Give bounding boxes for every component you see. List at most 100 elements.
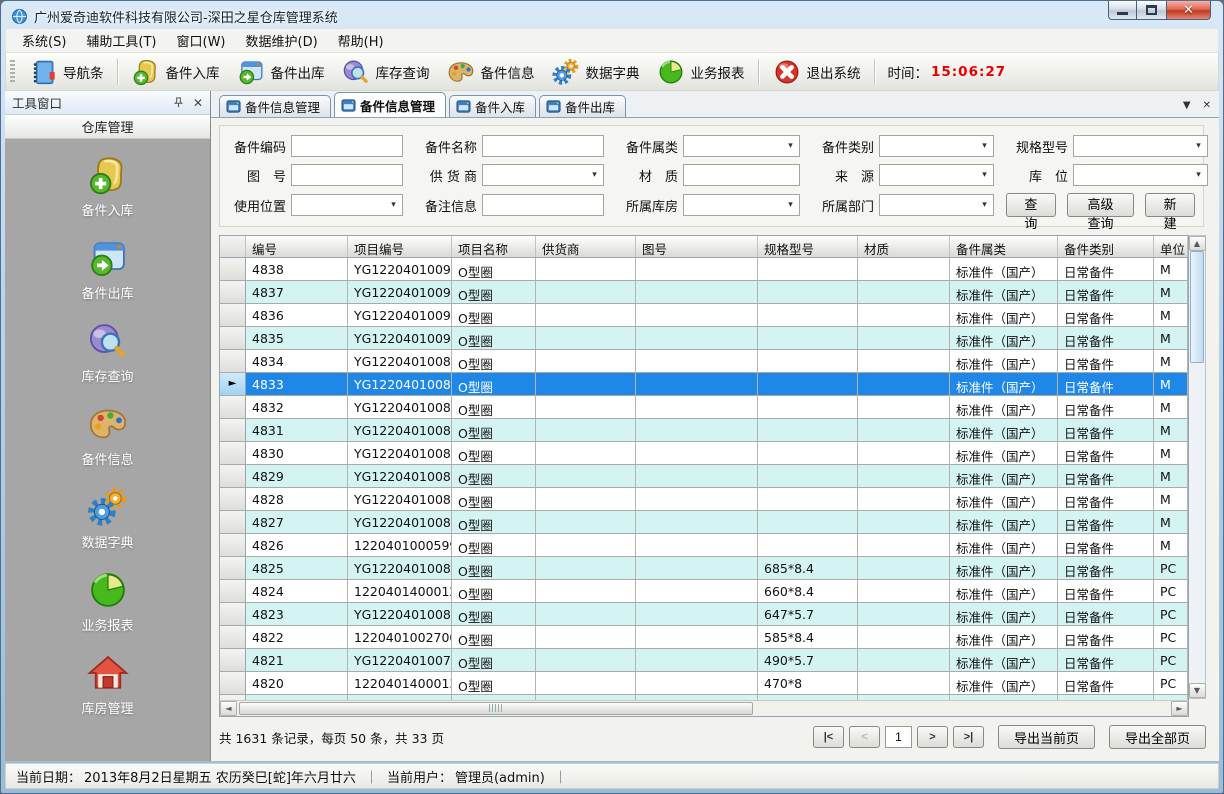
table-row[interactable]: 4834YG12204010089O型圈标准件（国产）日常备件M [220, 350, 1188, 373]
row-selector-cell[interactable] [220, 603, 246, 625]
menu-item[interactable]: 窗口(W) [167, 28, 236, 53]
tab-list-dropdown-icon[interactable]: ▼ [1183, 100, 1191, 111]
search-combobox[interactable]: ▾ [482, 164, 604, 186]
scroll-up-icon[interactable]: ▲ [1189, 236, 1206, 251]
search-input[interactable] [291, 135, 403, 157]
sidebar-section-warehouse[interactable]: 仓库管理 [5, 115, 210, 139]
toolbar-button-parts-inbound[interactable]: 备件入库 [123, 54, 228, 90]
first-page-button[interactable]: |< [813, 726, 844, 748]
sidebar-item-parts-info[interactable]: 备件信息 [43, 402, 173, 468]
row-selector-cell[interactable] [220, 695, 246, 700]
row-selector-cell[interactable] [220, 649, 246, 671]
row-selector-cell[interactable] [220, 465, 246, 487]
sidebar-item-business-report[interactable]: 业务报表 [43, 568, 173, 634]
menu-item[interactable]: 数据维护(D) [236, 28, 328, 53]
row-selector-cell[interactable] [220, 304, 246, 326]
row-selector-cell[interactable] [220, 580, 246, 602]
table-row[interactable]: 48241220401400012O型圈660*8.4标准件（国产）日常备件PC [220, 580, 1188, 603]
row-selector-cell[interactable] [220, 557, 246, 579]
table-row[interactable]: 4836YG12204010091O型圈标准件（国产）日常备件M [220, 304, 1188, 327]
table-row[interactable]: 4825YG12204010081O型圈685*8.4标准件（国产）日常备件PC [220, 557, 1188, 580]
row-selector-cell[interactable] [220, 534, 246, 556]
toolbar-button-parts-outbound[interactable]: 备件出库 [228, 54, 333, 90]
tab-item[interactable]: 备件信息管理 [219, 95, 331, 117]
toolbar-button-stock-query[interactable]: 库存查询 [333, 54, 438, 90]
table-row[interactable]: 4832YG12204010087O型圈标准件（国产）日常备件M [220, 396, 1188, 419]
minimize-button[interactable] [1108, 1, 1137, 20]
scroll-left-icon[interactable]: ◄ [220, 701, 237, 716]
vertical-scrollbar[interactable]: ▲ ▼ [1189, 235, 1206, 699]
sidebar-item-parts-outbound[interactable]: 备件出库 [43, 236, 173, 302]
page-number-input[interactable] [885, 726, 912, 748]
menu-item[interactable]: 系统(S) [12, 28, 76, 53]
table-row[interactable]: 4829YG12204010084O型圈标准件（国产）日常备件M [220, 465, 1188, 488]
tab-item[interactable]: 备件出库 [539, 95, 626, 117]
menu-item[interactable]: 辅助工具(T) [76, 28, 166, 53]
horizontal-scroll-track[interactable] [237, 701, 1171, 717]
table-row[interactable]: 4823YG12204010080O型圈647*5.7标准件（国产）日常备件PC [220, 603, 1188, 626]
toolbar-button-data-dictionary[interactable]: 数据字典 [543, 54, 648, 90]
column-header[interactable]: 备件类别 [1058, 236, 1154, 257]
table-row[interactable]: 4830YG12204010085O型圈标准件（国产）日常备件M [220, 442, 1188, 465]
search-combobox[interactable]: ▾ [1073, 135, 1208, 157]
vertical-scroll-thumb[interactable] [1190, 251, 1204, 363]
sidebar-item-parts-inbound[interactable]: 备件入库 [43, 153, 173, 219]
table-row[interactable]: O型圈标准件（国产）日常备件 [220, 695, 1188, 700]
export-all-pages-button[interactable]: 导出全部页 [1109, 725, 1206, 749]
column-header[interactable]: 单位 [1154, 236, 1188, 257]
row-selector-cell[interactable] [220, 419, 246, 441]
scroll-down-icon[interactable]: ▼ [1189, 683, 1206, 698]
vertical-scroll-track[interactable] [1189, 251, 1205, 683]
column-header[interactable]: 供货商 [536, 236, 636, 257]
row-selector-cell[interactable] [220, 258, 246, 280]
row-selector-cell[interactable]: ► [220, 373, 246, 395]
table-row[interactable]: ►4833YG12204010088O型圈标准件（国产）日常备件M [220, 373, 1188, 396]
toolbar-grip-icon[interactable] [10, 60, 15, 84]
search-input[interactable] [291, 164, 403, 186]
column-header[interactable]: 规格型号 [758, 236, 858, 257]
column-header[interactable]: 项目名称 [452, 236, 536, 257]
row-selector-cell[interactable] [220, 488, 246, 510]
row-selector-cell[interactable] [220, 442, 246, 464]
table-row[interactable]: 4837YG12204010092O型圈标准件（国产）日常备件M [220, 281, 1188, 304]
pin-icon[interactable] [173, 97, 184, 108]
search-input[interactable] [482, 194, 604, 216]
column-header[interactable]: 材质 [858, 236, 950, 257]
table-row[interactable]: 48261220401000599O型圈标准件（国产）日常备件M [220, 534, 1188, 557]
search-combobox[interactable]: ▾ [291, 194, 403, 216]
search-combobox[interactable]: ▾ [683, 194, 800, 216]
column-header[interactable]: 项目编号 [348, 236, 452, 257]
row-selector-cell[interactable] [220, 511, 246, 533]
menu-item[interactable]: 帮助(H) [328, 28, 394, 53]
prev-page-button[interactable]: < [849, 726, 880, 748]
column-header[interactable]: 编号 [246, 236, 348, 257]
toolbar-button-navigator[interactable]: 导航条 [20, 54, 112, 90]
row-selector-cell[interactable] [220, 626, 246, 648]
advanced-query-button[interactable]: 高级查询 [1067, 193, 1135, 217]
table-row[interactable]: 48201220401400013O型圈470*8标准件（国产）日常备件PC [220, 672, 1188, 695]
table-row[interactable]: 4838YG12204010093O型圈标准件（国产）日常备件M [220, 258, 1188, 281]
row-selector-cell[interactable] [220, 672, 246, 694]
search-input[interactable] [482, 135, 604, 157]
search-combobox[interactable]: ▾ [879, 194, 994, 216]
horizontal-scrollbar[interactable]: ◄ ► [220, 700, 1188, 716]
sidebar-item-data-dictionary[interactable]: 数据字典 [43, 485, 173, 551]
search-combobox[interactable]: ▾ [879, 135, 994, 157]
search-combobox[interactable]: ▾ [879, 164, 994, 186]
horizontal-scroll-thumb[interactable] [239, 702, 753, 715]
tab-close-icon[interactable]: ✕ [1203, 100, 1211, 111]
table-row[interactable]: 4831YG12204010086O型圈标准件（国产）日常备件M [220, 419, 1188, 442]
search-combobox[interactable]: ▾ [683, 135, 800, 157]
row-selector-cell[interactable] [220, 350, 246, 372]
tab-item[interactable]: 备件入库 [449, 95, 536, 117]
maximize-button[interactable] [1137, 1, 1166, 20]
search-input[interactable] [683, 164, 800, 186]
export-current-page-button[interactable]: 导出当前页 [998, 725, 1095, 749]
toolbar-button-parts-info[interactable]: 备件信息 [438, 54, 543, 90]
scroll-right-icon[interactable]: ► [1171, 701, 1188, 716]
tab-item-active[interactable]: 备件信息管理 [334, 92, 446, 117]
toolbar-button-business-report[interactable]: 业务报表 [648, 54, 753, 90]
table-row[interactable]: 4821YG12204010079O型圈490*5.7标准件（国产）日常备件PC [220, 649, 1188, 672]
close-button[interactable]: ✕ [1166, 1, 1211, 20]
column-header[interactable]: 图号 [636, 236, 758, 257]
